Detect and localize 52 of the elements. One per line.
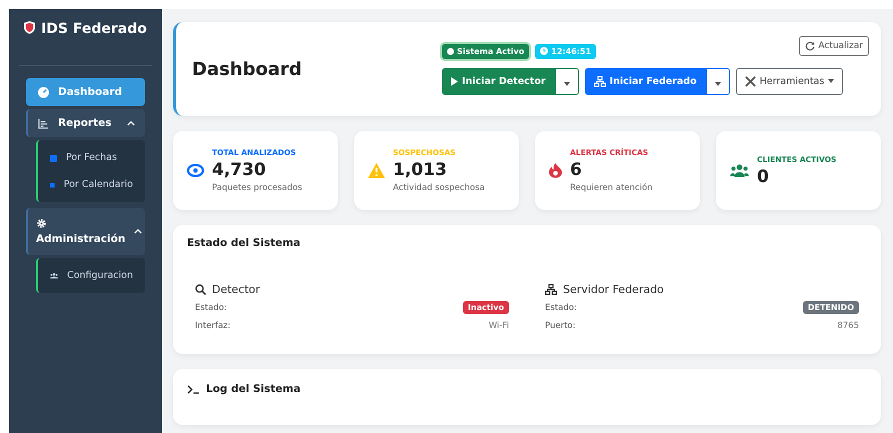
brand-title: IDS Federado (41, 21, 147, 37)
refresh-icon (805, 41, 816, 51)
users-icon (50, 271, 58, 280)
gear-icon (36, 218, 47, 229)
page-title: Dashboard (192, 58, 303, 80)
network-icon (594, 76, 606, 86)
field-value: Wi-Fi (488, 320, 509, 330)
stat-value: 4,730 (212, 160, 267, 180)
calendar-icon (50, 154, 57, 162)
field-label: Puerto: (545, 320, 576, 330)
time-badge: 12:46:51 (535, 44, 596, 58)
tools-dropdown[interactable]: Herramientas (736, 68, 844, 94)
gauge-icon (38, 86, 49, 98)
calendar-icon (50, 180, 55, 188)
search-icon (195, 284, 206, 295)
network-icon (545, 284, 557, 295)
status-badge: Sistema Activo (442, 44, 530, 58)
field-value: 8765 (837, 320, 859, 330)
status-badge: DETENIDO (802, 301, 859, 314)
panel-title: Servidor Federado (563, 283, 664, 296)
stat-caption: Requieren atención (570, 183, 653, 193)
stat-value: 1,013 (393, 160, 448, 180)
play-icon (451, 76, 458, 86)
action-button[interactable]: Iniciar Federado (584, 68, 706, 94)
nav-item[interactable]: Administración (26, 208, 145, 255)
stat-value: 0 (757, 166, 770, 186)
field-label: Estado: (195, 302, 227, 312)
terminal-icon (187, 384, 200, 394)
caret-icon (828, 79, 834, 83)
field-label: Interfaz: (195, 320, 230, 330)
refresh-button[interactable]: Actualizar (799, 36, 869, 56)
card-title: Estado del Sistema (187, 237, 302, 249)
shield-icon (24, 21, 36, 34)
submenu-item[interactable]: Por Fechas (38, 146, 145, 169)
card-title: Log del Sistema (206, 383, 301, 395)
dropdown-toggle[interactable] (554, 68, 579, 94)
stat-caption: Actividad sospechosa (393, 183, 485, 193)
stat-caption: Paquetes procesados (212, 183, 302, 193)
status-badge: Inactivo (462, 301, 509, 314)
chevron-icon (127, 120, 135, 126)
field-label: Estado: (545, 302, 577, 312)
chevron-icon (134, 229, 142, 234)
panel-title: Detector (212, 283, 260, 296)
stat-value: 6 (570, 160, 583, 180)
caret-icon (564, 82, 570, 86)
clock-icon (540, 47, 548, 55)
caret-icon (714, 82, 721, 86)
chart-icon (38, 118, 49, 128)
action-button[interactable]: Iniciar Detector (442, 68, 555, 94)
dropdown-toggle[interactable] (706, 68, 730, 94)
nav-item[interactable]: Reportes (26, 109, 145, 137)
submenu-item[interactable]: Por Calendario (38, 173, 145, 196)
